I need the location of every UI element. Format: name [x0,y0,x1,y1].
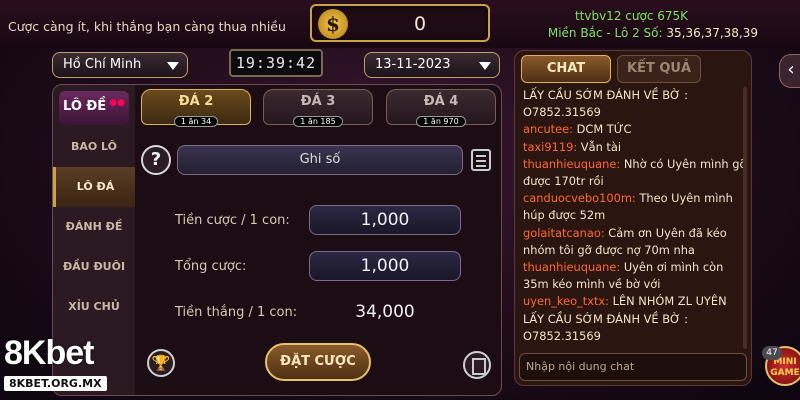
side-item-danh-de[interactable]: ĐÁNH ĐỀ [53,207,135,247]
chat-text: Vẫn tài [577,139,622,154]
total-label: Tổng cược: [175,259,247,274]
slogan-text: Cược càng ít, khi thắng bạn càng thua nh… [8,19,286,34]
chat-message: LẤY CẦU SỚM ĐÁNH VỀ BỜ : [523,87,747,104]
chat-text: DCM TỨC [573,122,632,137]
stake-input[interactable]: 1,000 [309,205,461,235]
balance-value: 0 [413,13,427,35]
trophy-icon[interactable]: 🏆 [147,349,175,377]
chevron-left-icon[interactable]: ‹ [779,54,800,88]
chevron-down-icon [479,62,491,70]
number-entry-button[interactable]: Ghi số [177,145,463,175]
dollar-icon: $ [318,9,348,39]
tab-results[interactable]: KẾT QUẢ [617,55,701,83]
region-value: Hồ Chí Minh [63,57,142,72]
chat-message: canduocvebo100m: Theo Uyên mình húp được… [523,190,747,224]
chat-message: thuanhieuquane: Uyên ơi mình còn 35m kéo… [523,259,747,293]
chat-input[interactable]: Nhập nội dung chat [519,353,747,381]
top-bar: Cược càng ít, khi thắng bạn càng thua nh… [0,0,800,48]
tab-label: ĐÁ 3 [300,94,336,109]
chat-message: ancutee: DCM TỨC [523,121,747,138]
tab-label: ĐÁ 2 [178,94,214,109]
results-prefix: Miền Bắc - Lô 2 Số: [547,26,663,40]
chat-username: uyen_keo_txtx: [523,294,609,309]
tab-da-4[interactable]: ĐÁ 4 1 ăn 970 [386,89,496,127]
brand-watermark: 8Kbet 8KBET.ORG.MX [4,334,107,391]
side-item-dau-duoi[interactable]: ĐẦU ĐUÔI [53,247,135,287]
results-ticker: Miền Bắc - Lô 2 Số: 35,36,37,38,39 [548,26,758,40]
chat-message: taxi9119: Vẫn tài [523,139,747,156]
tab-da-2[interactable]: ĐÁ 2 1 ăn 34 [141,89,251,127]
date-value: 13-11-2023 [375,57,451,72]
recent-bet-ticker: ttvbv12 cược 675K [574,9,688,23]
tab-label: ĐÁ 4 [423,94,459,109]
place-bet-button[interactable]: ĐẶT CƯỢC [265,343,371,381]
tab-odds: 1 ăn 34 [173,116,219,127]
chat-username: ancutee: [523,122,574,137]
chat-messages: LẤY CẦU SỚM ĐÁNH VỀ BỜ : O7852.31569 anc… [523,87,747,349]
chevron-down-icon [167,62,179,70]
lode-logo: LÔ ĐỀ ●● [59,91,129,125]
tab-odds: 1 ăn 185 [293,116,343,127]
lottery-balls-icon: ●● [109,98,125,108]
chat-username: golaitatcanao: [523,225,605,240]
win-value: 34,000 [355,302,415,322]
brand-logo: 8Kbet [4,334,94,372]
stake-label: Tiền cược / 1 con: [175,213,290,228]
receipt-icon[interactable] [463,351,491,379]
bet-type-tabs: ĐÁ 2 1 ăn 34 ĐÁ 3 1 ăn 185 ĐÁ 4 1 ăn 970 [141,89,499,129]
tab-chat[interactable]: CHAT [521,55,611,83]
chat-username: thuanhieuquane: [523,260,621,275]
countdown-clock: 19:39:42 [229,49,323,77]
side-item-xiu-chu[interactable]: XỈU CHỦ [53,287,135,327]
chat-text: LẤY CẦU SỚM ĐÁNH VỀ BỜ : [523,88,688,102]
chat-text: O7852.31569 [523,105,601,120]
tab-odds: 1 ăn 970 [416,116,466,127]
lode-logo-text: LÔ ĐỀ [63,99,107,114]
region-select[interactable]: Hồ Chí Minh [52,52,188,78]
chat-message: O7852.31569 [523,104,747,121]
question-icon[interactable]: ? [141,145,171,175]
chat-username: taxi9119: [523,139,578,154]
win-label: Tiền thắng / 1 con: [175,305,298,320]
chat-message: uyen_keo_txtx: LÊN NHÓM ZL UYÊN LẤY CẦU … [523,293,747,345]
balance-display: $ 0 [310,4,490,42]
results-numbers: 35,36,37,38,39 [666,26,758,40]
mini-game-badge: 47 [762,346,782,360]
chat-message: thuanhieuquane: Nhờ có Uyên mình gỡ được… [523,156,747,190]
chat-username: thuanhieuquane: [523,156,621,171]
brand-url: 8KBET.ORG.MX [4,376,107,391]
total-input[interactable]: 1,000 [309,251,461,281]
tab-da-3[interactable]: ĐÁ 3 1 ăn 185 [263,89,373,127]
chat-panel: CHAT KẾT QUẢ LẤY CẦU SỚM ĐÁNH VỀ BỜ : O7… [514,50,752,386]
date-select[interactable]: 13-11-2023 [364,52,500,78]
chat-message: golaitatcanao: Cảm ơn Uyên đã kéo nhóm t… [523,225,747,259]
side-item-bao-lo[interactable]: BAO LÔ [53,127,135,167]
chat-scrollbar[interactable] [743,87,747,349]
betting-panel: LÔ ĐỀ ●● BAO LÔ LÔ ĐÁ ĐÁNH ĐỀ ĐẦU ĐUÔI X… [52,84,502,396]
edit-note-icon[interactable] [471,149,491,171]
side-item-lo-da[interactable]: LÔ ĐÁ [53,167,135,207]
chat-username: canduocvebo100m: [523,191,636,206]
